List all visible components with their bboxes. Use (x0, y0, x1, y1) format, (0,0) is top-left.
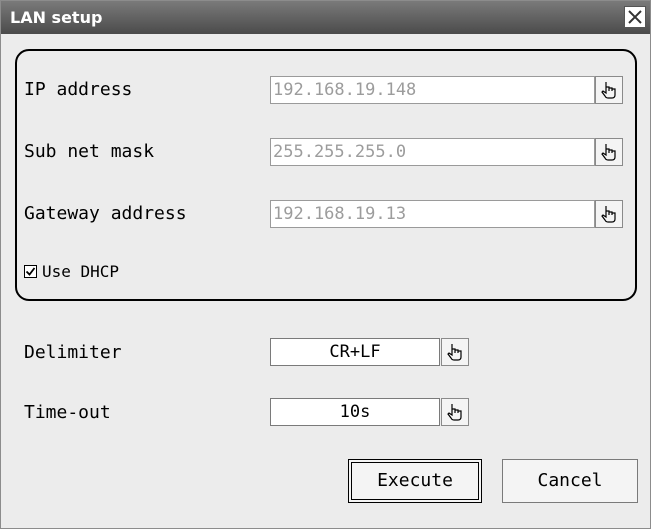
hand-pointer-icon (601, 82, 616, 99)
gateway-address-field[interactable]: 192.168.19.13 (270, 200, 595, 228)
hand-pointer-icon (447, 404, 462, 421)
delimiter-label: Delimiter (24, 342, 122, 363)
delimiter-field[interactable]: CR+LF (270, 338, 440, 366)
checkmark-icon (25, 267, 36, 276)
window-title: LAN setup (10, 8, 103, 27)
cancel-button[interactable]: Cancel (502, 459, 638, 503)
subnet-mask-label: Sub net mask (24, 141, 155, 162)
ip-address-label: IP address (24, 79, 133, 100)
subnet-mask-field[interactable]: 255.255.255.0 (270, 138, 595, 166)
gateway-address-label: Gateway address (24, 203, 187, 224)
subnet-mask-edit-button[interactable] (595, 138, 623, 166)
ip-address-field[interactable]: 192.168.19.148 (270, 76, 595, 104)
delimiter-edit-button[interactable] (441, 338, 469, 366)
execute-button[interactable]: Execute (348, 459, 482, 503)
use-dhcp-label: Use DHCP (42, 262, 120, 281)
gateway-address-edit-button[interactable] (595, 200, 623, 228)
timeout-label: Time-out (24, 402, 111, 423)
hand-pointer-icon (601, 206, 616, 223)
lan-setup-dialog: LAN setup IP address 192.168.19.148 Sub … (0, 0, 651, 529)
timeout-field[interactable]: 10s (270, 398, 440, 426)
hand-pointer-icon (447, 344, 462, 361)
close-icon (628, 10, 642, 24)
title-bar: LAN setup (1, 1, 650, 34)
use-dhcp-checkbox[interactable] (24, 265, 37, 278)
ip-address-edit-button[interactable] (595, 76, 623, 104)
close-button[interactable] (624, 6, 646, 28)
hand-pointer-icon (601, 144, 616, 161)
timeout-edit-button[interactable] (441, 398, 469, 426)
